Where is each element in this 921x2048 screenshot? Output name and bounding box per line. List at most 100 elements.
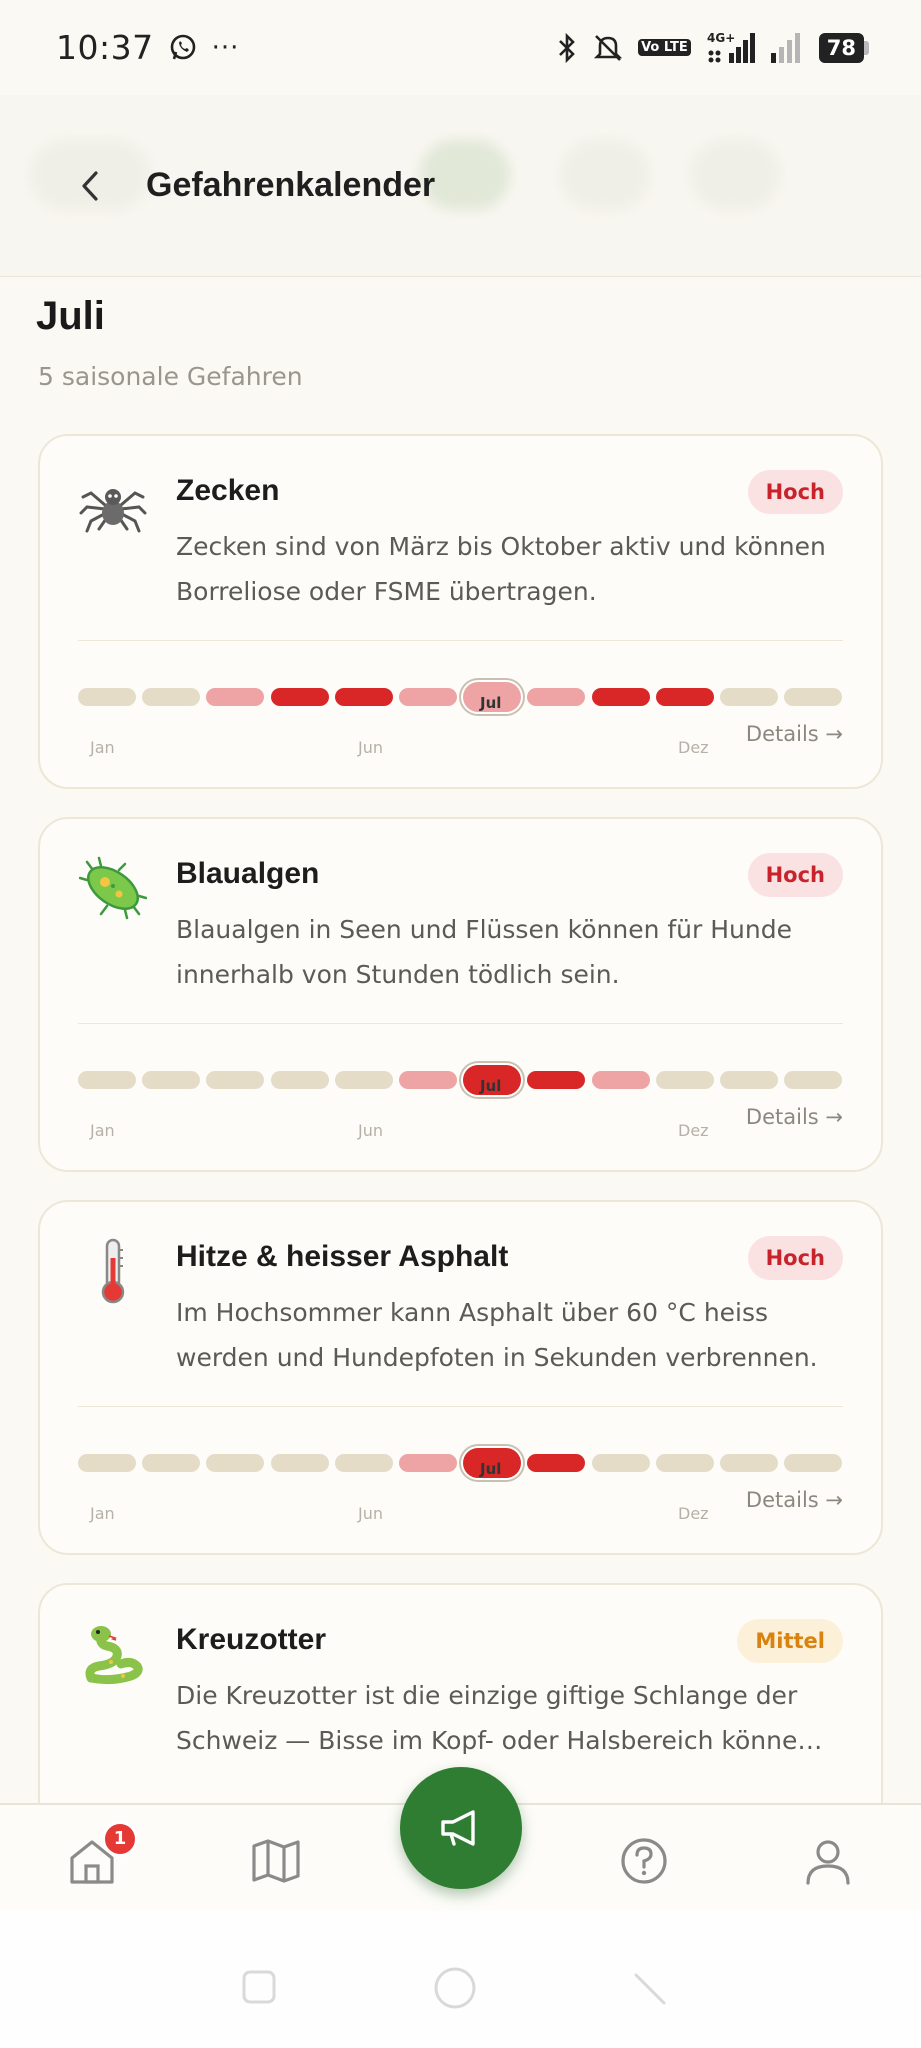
risk-badge: Hoch [747,853,843,897]
month-segment-sep [591,1071,650,1089]
tick-label-dez: Dez [678,738,709,757]
header-ghost [690,140,780,210]
signal-icon [769,31,805,65]
hazard-description: Im Hochsommer kann Asphalt über 60 °C he… [176,1290,836,1380]
page-title: Gefahrenkalender [146,166,436,204]
hazard-card-blaualgen[interactable]: Blaualgen Hoch Blaualgen in Seen und Flü… [38,817,883,1172]
profile-icon [806,1840,850,1885]
month-segment-nov [720,1071,778,1089]
month-segment-feb [142,1454,201,1472]
hazard-description: Blaualgen in Seen und Flüssen können für… [176,907,836,997]
card-divider [78,1406,843,1407]
month-segment-oct [655,688,714,706]
thermometer-icon [78,1236,148,1306]
recent-apps-button[interactable] [241,1969,277,2009]
month-segment-feb [142,1071,201,1089]
hazard-card-zecken[interactable]: Zecken Hoch Zecken sind von März bis Okt… [38,434,883,789]
month-segment-sep [591,688,650,706]
month-bar [78,682,847,716]
month-segment-nov [720,1454,778,1472]
description-line-2: Schweiz — Bisse im Kopf- oder Halsbereic… [176,1726,823,1755]
whatsapp-icon [168,33,198,63]
details-link[interactable]: Details → [746,1105,843,1129]
snake-icon [78,1619,148,1689]
nav-profile[interactable] [802,1835,854,1887]
month-segment-dec [784,1454,843,1472]
hazard-description: Zecken sind von März bis Oktober aktiv u… [176,524,836,614]
megaphone-icon [441,1810,475,1846]
description-line-2: innerhalb von Stunden tödlich sein. [176,960,620,989]
report-hazard-button[interactable] [400,1767,522,1889]
current-month-label: Jul [480,1460,502,1478]
back-system-button[interactable] [632,1971,668,2011]
battery-icon: 78 [818,32,869,63]
hazard-title: Zecken [176,474,280,507]
back-button[interactable] [70,166,110,206]
nav-map[interactable] [250,1835,302,1887]
header-ghost [560,140,650,210]
home-button[interactable] [433,1966,477,2014]
month-segment-jun [399,1454,457,1472]
hazard-title: Blaualgen [176,857,320,890]
nav-home[interactable]: 1 [66,1821,138,1887]
month-segment-nov [720,688,778,706]
tick-label-jun: Jun [358,738,383,757]
help-icon [621,1838,667,1884]
tick-label-dez: Dez [678,1504,709,1523]
more-notifications-icon: ··· [211,32,240,63]
hazard-title: Hitze & heisser Asphalt [176,1240,509,1273]
tick-label-dez: Dez [678,1121,709,1140]
volte-icon: Vo LTE [638,39,691,56]
month-segment-oct [655,1071,714,1089]
current-month-label: Jul [480,694,502,712]
card-divider [78,1023,843,1024]
nav-help[interactable] [618,1835,670,1887]
month-segment-mar [206,688,265,706]
month-subtitle: 5 saisonale Gefahren [38,362,303,391]
month-segment-jun [399,1071,457,1089]
hazard-title: Kreuzotter [176,1623,327,1656]
home-circle-icon [434,1967,476,2009]
chevron-left-icon [82,170,98,201]
status-left: 10:37 ··· [56,28,239,67]
app-header: Gefahrenkalender [0,95,921,277]
description-line-1: Zecken sind von März bis Oktober aktiv u… [176,532,826,561]
risk-badge: Hoch [747,1236,843,1280]
month-segment-jan [78,1454,136,1472]
risk-badge: Mittel [737,1619,843,1663]
hazard-card-hitze[interactable]: Hitze & heisser Asphalt Hoch Im Hochsomm… [38,1200,883,1555]
mute-bell-icon [592,32,624,64]
microbe-icon [78,853,148,923]
card-divider [78,640,843,641]
tick-label-jan: Jan [90,1504,115,1523]
description-line-1: Im Hochsommer kann Asphalt über 60 °C he… [176,1298,769,1327]
tick-label-jun: Jun [358,1121,383,1140]
tick-label-jan: Jan [90,1121,115,1140]
svg-text:4G+: 4G+ [707,31,735,45]
month-segment-may [334,688,393,706]
month-segment-dec [784,688,843,706]
details-link[interactable]: Details → [746,1488,843,1512]
back-triangle-icon [634,1973,666,2005]
month-segment-oct [655,1454,714,1472]
signal-4g-icon: 4G+ [705,31,755,65]
month-segment-jun [399,688,457,706]
month-segment-apr [270,1071,329,1089]
month-segment-feb [142,688,201,706]
recent-apps-icon [242,1970,276,2004]
month-segment-mar [206,1454,265,1472]
description-line-2: Borreliose oder FSME übertragen. [176,577,597,606]
current-month-label: Jul [480,1077,502,1095]
hazard-description: Die Kreuzotter ist die einzige giftige S… [176,1673,836,1763]
month-segment-dec [784,1071,843,1089]
month-segment-apr [270,688,329,706]
month-segment-aug [527,1071,586,1089]
description-line-2: werden und Hundepfoten in Sekunden verbr… [176,1343,818,1372]
system-nav-bar [0,1911,921,2048]
battery-level: 78 [818,32,864,63]
bluetooth-icon [556,32,578,64]
month-segment-jan [78,1071,136,1089]
month-segment-aug [527,688,586,706]
details-link[interactable]: Details → [746,722,843,746]
month-segment-apr [270,1454,329,1472]
